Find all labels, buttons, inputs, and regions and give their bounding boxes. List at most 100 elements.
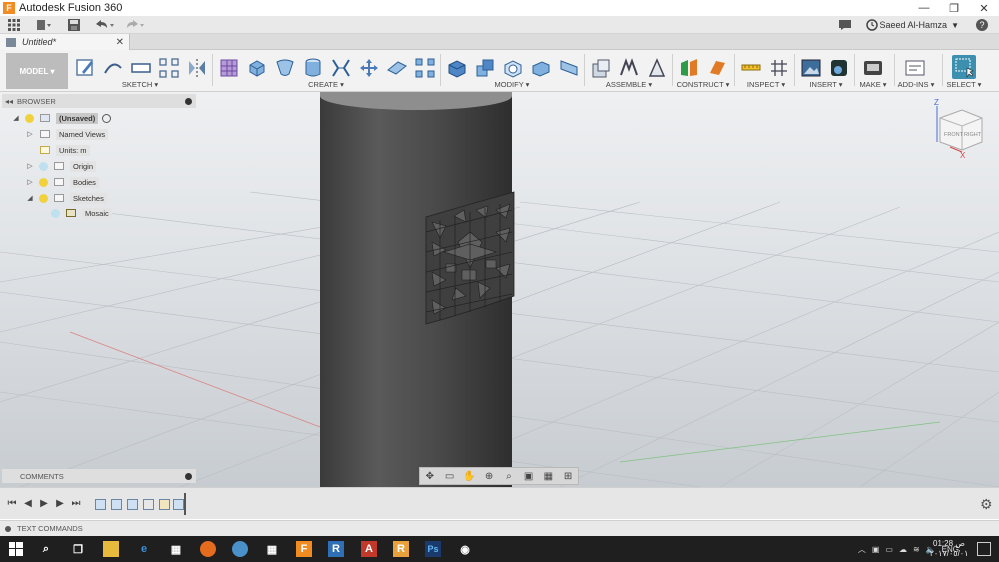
offset-plane-icon[interactable] bbox=[678, 57, 700, 79]
text-commands-panel[interactable]: TEXT COMMANDS bbox=[0, 520, 999, 536]
insert-image-icon[interactable] bbox=[800, 57, 822, 79]
sketch-pattern-icon[interactable] bbox=[158, 57, 180, 79]
timeline-feature[interactable] bbox=[159, 499, 170, 510]
apps-grid-icon[interactable] bbox=[6, 16, 22, 34]
assemble-menu[interactable]: ASSEMBLE ▾ bbox=[598, 80, 660, 89]
timeline-settings-icon[interactable]: ⚙ bbox=[980, 496, 993, 513]
insert-mcmaster-icon[interactable] bbox=[828, 57, 850, 79]
tree-node-origin[interactable]: ▷ Origin bbox=[26, 159, 97, 173]
visibility-bulb-icon[interactable] bbox=[39, 161, 48, 171]
add-comment-icon[interactable] bbox=[185, 472, 192, 480]
save-icon[interactable] bbox=[66, 16, 82, 34]
zoom-icon[interactable]: ⊕ bbox=[482, 470, 496, 482]
sketch-menu[interactable]: SKETCH ▾ bbox=[108, 80, 172, 89]
shell-icon[interactable] bbox=[502, 57, 524, 79]
modify-menu[interactable]: MODIFY ▾ bbox=[482, 80, 542, 89]
calculator-icon[interactable]: ▦ bbox=[264, 541, 280, 557]
measure-icon[interactable] bbox=[740, 57, 762, 79]
document-tab[interactable]: Untitled* ✕ bbox=[0, 34, 130, 50]
expand-down-icon[interactable]: ◢ bbox=[12, 114, 20, 122]
make-menu[interactable]: MAKE ▾ bbox=[856, 80, 890, 89]
select-menu[interactable]: SELECT ▾ bbox=[944, 80, 984, 89]
autocad-icon[interactable]: A bbox=[361, 541, 377, 557]
go-to-start-icon[interactable]: ⏮ bbox=[6, 497, 18, 509]
expand-icon[interactable] bbox=[5, 525, 11, 532]
show-hidden-icons-icon[interactable]: ︿ bbox=[858, 544, 866, 555]
create-menu[interactable]: CREATE ▾ bbox=[296, 80, 356, 89]
fillet-icon[interactable] bbox=[474, 57, 496, 79]
revolve-icon[interactable] bbox=[274, 57, 296, 79]
firefox-icon[interactable] bbox=[200, 541, 216, 557]
file-explorer-icon[interactable] bbox=[103, 541, 119, 557]
panel-options-icon[interactable] bbox=[185, 97, 192, 105]
pan-icon[interactable]: ✋ bbox=[462, 470, 476, 482]
browser-header[interactable]: ◂◂ BROWSER bbox=[2, 94, 196, 108]
addins-menu[interactable]: ADD-INS ▾ bbox=[896, 80, 936, 89]
step-back-icon[interactable]: ◀ bbox=[22, 497, 34, 509]
as-built-joint-icon[interactable] bbox=[646, 57, 668, 79]
section-analysis-icon[interactable] bbox=[768, 57, 790, 79]
job-status-icon[interactable] bbox=[865, 16, 879, 34]
look-at-icon[interactable]: ▭ bbox=[443, 470, 457, 482]
move-copy-icon[interactable] bbox=[358, 57, 380, 79]
task-view-icon[interactable]: ❐ bbox=[70, 541, 86, 557]
expand-right-icon[interactable]: ▷ bbox=[26, 162, 34, 170]
undo-icon[interactable] bbox=[92, 16, 118, 34]
fusion-taskbar-icon[interactable]: F bbox=[296, 541, 312, 557]
revit-icon[interactable]: R bbox=[328, 541, 344, 557]
tree-node-mosaic[interactable]: Mosaic bbox=[46, 206, 112, 220]
tree-node-sketches[interactable]: ◢ Sketches bbox=[26, 191, 107, 205]
help-button[interactable]: ? bbox=[972, 16, 992, 34]
joint-icon[interactable] bbox=[618, 57, 640, 79]
network-icon[interactable]: ≋ bbox=[913, 545, 920, 554]
scripts-addins-icon[interactable] bbox=[904, 57, 926, 79]
clock[interactable]: 01:28 ص ٢٠١٧/٠٥/٠١ bbox=[929, 539, 969, 559]
inspect-menu[interactable]: INSPECT ▾ bbox=[744, 80, 788, 89]
collapse-panel-icon[interactable]: ◂◂ bbox=[5, 97, 17, 106]
create-form-icon[interactable] bbox=[218, 57, 240, 79]
store-icon[interactable]: ▦ bbox=[168, 541, 184, 557]
comments-panel[interactable]: COMMENTS bbox=[2, 469, 196, 483]
recap-icon[interactable]: R bbox=[393, 541, 409, 557]
rectangle-tool-icon[interactable] bbox=[130, 57, 152, 79]
timeline-feature[interactable] bbox=[127, 499, 138, 510]
tree-node-units[interactable]: Units: m bbox=[34, 143, 90, 157]
edge-browser-icon[interactable]: e bbox=[136, 541, 152, 557]
expand-right-icon[interactable]: ▷ bbox=[26, 178, 34, 186]
timeline-feature[interactable] bbox=[111, 499, 122, 510]
create-sketch-icon[interactable] bbox=[74, 57, 96, 79]
orbit-icon[interactable]: ✥ bbox=[423, 470, 437, 482]
display-settings-icon[interactable]: ▣ bbox=[522, 470, 536, 482]
timeline-feature[interactable] bbox=[143, 499, 154, 510]
line-tool-icon[interactable] bbox=[102, 57, 124, 79]
step-forward-icon[interactable]: ▶ bbox=[54, 497, 66, 509]
3d-print-icon[interactable] bbox=[862, 57, 884, 79]
viewports-icon[interactable]: ⊞ bbox=[561, 470, 575, 482]
visibility-bulb-icon[interactable] bbox=[39, 193, 48, 203]
construct-menu[interactable]: CONSTRUCT ▾ bbox=[672, 80, 734, 89]
timeline-feature[interactable] bbox=[173, 499, 184, 510]
grid-settings-icon[interactable]: ▦ bbox=[541, 470, 555, 482]
cylinder-icon[interactable] bbox=[302, 57, 324, 79]
windows-start-icon[interactable] bbox=[8, 541, 24, 557]
select-tool-icon[interactable] bbox=[952, 55, 976, 79]
split-face-icon[interactable] bbox=[558, 57, 580, 79]
timeline-feature[interactable] bbox=[95, 499, 106, 510]
combine-icon[interactable] bbox=[530, 57, 552, 79]
redo-icon[interactable] bbox=[122, 16, 148, 34]
steam-icon[interactable]: ◉ bbox=[457, 541, 473, 557]
go-to-end-icon[interactable]: ⏭ bbox=[70, 497, 82, 509]
mirror-tool-icon[interactable] bbox=[186, 57, 208, 79]
pattern-icon[interactable] bbox=[414, 57, 436, 79]
fit-icon[interactable]: ⌕ bbox=[502, 470, 516, 482]
expand-right-icon[interactable]: ▷ bbox=[26, 130, 34, 138]
loft-icon[interactable] bbox=[330, 57, 352, 79]
extrude-icon[interactable] bbox=[246, 57, 268, 79]
chrome-icon[interactable] bbox=[232, 541, 248, 557]
play-icon[interactable]: ▶ bbox=[38, 497, 50, 509]
activate-radio-icon[interactable] bbox=[102, 113, 112, 123]
thicken-icon[interactable] bbox=[386, 57, 408, 79]
search-icon[interactable]: ⌕ bbox=[38, 541, 54, 557]
minimize-button[interactable]: — bbox=[909, 0, 939, 16]
new-component-icon[interactable] bbox=[590, 57, 612, 79]
